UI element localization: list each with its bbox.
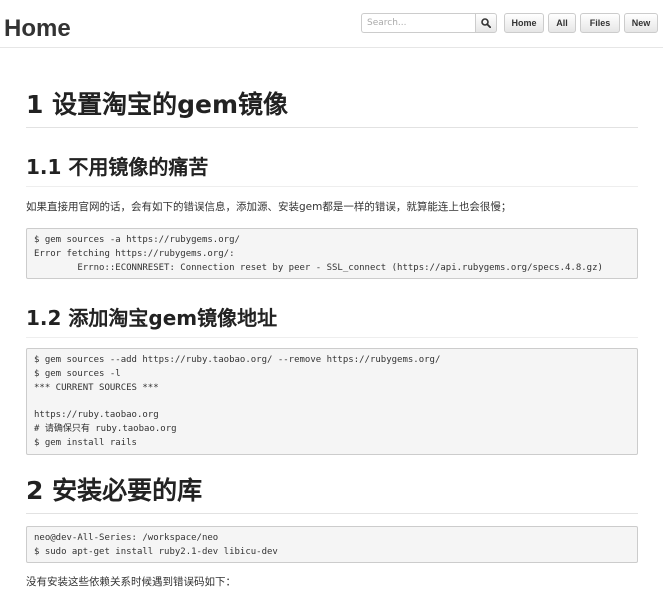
heading-pain-without-mirror: 1.1 不用镜像的痛苦: [26, 154, 638, 187]
paragraph-error-code: 没有安装这些依赖关系时候遇到错误码如下：: [26, 576, 236, 588]
home-button[interactable]: Home: [504, 13, 544, 33]
paragraph-error-intro: 如果直接用官网的话，会有如下的错误信息，添加源、安装gem都是一样的错误，就算能…: [26, 201, 512, 213]
code-line: # 请确保只有 ruby.taobao.org: [34, 423, 177, 434]
code-line: https://ruby.taobao.org: [34, 410, 159, 421]
code-line: $ gem sources -a https://rubygems.org/: [34, 235, 240, 245]
page-title[interactable]: Home: [4, 14, 71, 44]
search-input[interactable]: [361, 13, 475, 33]
code-block-install: neo@dev-All-Series: /workspace/neo $ sudo…: [26, 526, 638, 563]
code-block-error: $ gem sources -a https://rubygems.org/Er…: [26, 228, 638, 279]
new-button[interactable]: New: [624, 13, 658, 33]
code-line: $ gem install rails: [34, 437, 137, 448]
heading-add-mirror: 1.2 添加淘宝gem镜像地址: [26, 305, 638, 338]
search-form: [361, 13, 497, 33]
search-button[interactable]: [475, 13, 497, 33]
code-line: $ gem sources --add https://ruby.taobao.…: [34, 355, 441, 365]
code-line: $ sudo apt-get install ruby2.1-dev libic…: [34, 546, 278, 557]
all-button[interactable]: All: [548, 13, 576, 33]
code-line: $ gem sources -l: [34, 368, 121, 379]
search-icon: [481, 18, 491, 28]
heading-setup-mirror: 1 设置淘宝的gem镜像: [26, 89, 638, 128]
code-line: *** CURRENT SOURCES ***: [34, 382, 159, 393]
code-block-add-mirror: $ gem sources --add https://ruby.taobao.…: [26, 348, 638, 455]
files-button[interactable]: Files: [580, 13, 620, 33]
code-line: Errno::ECONNRESET: Connection reset by p…: [34, 262, 603, 273]
heading-install-libs: 2 安装必要的库: [26, 475, 638, 514]
top-navbar: Home Home All Files New: [0, 0, 663, 48]
code-line: Error fetching https://rubygems.org/:: [34, 248, 235, 259]
code-line: neo@dev-All-Series: /workspace/neo: [34, 533, 219, 543]
